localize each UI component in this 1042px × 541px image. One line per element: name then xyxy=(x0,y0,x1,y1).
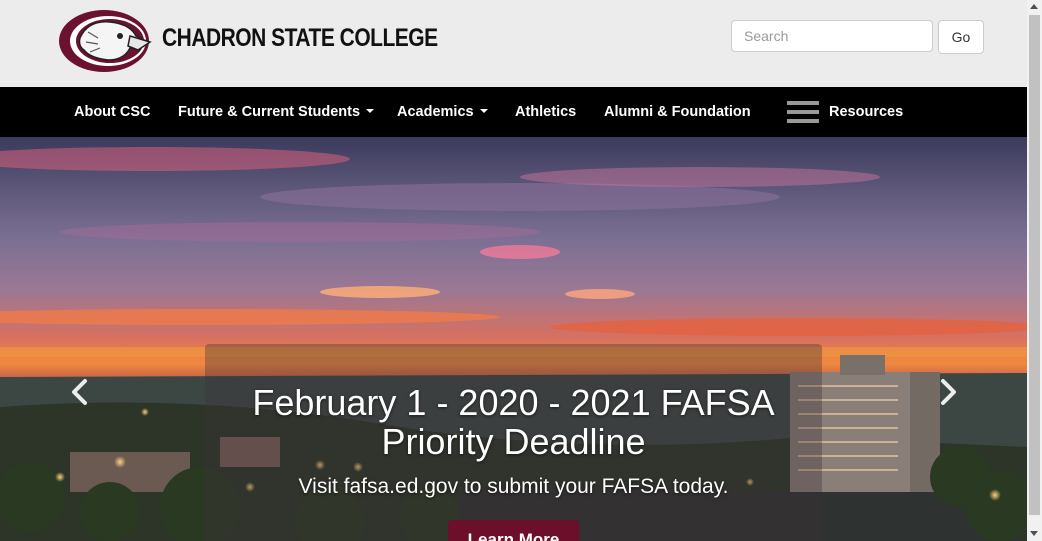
nav-item-resources[interactable]: Resources xyxy=(829,87,903,137)
scroll-up-icon[interactable] xyxy=(1030,4,1038,9)
caret-down-icon xyxy=(366,109,375,114)
page-scrollbar[interactable] xyxy=(1027,0,1042,541)
scrollbar-thumb[interactable] xyxy=(1029,15,1040,515)
nav-item-athletics[interactable]: Athletics xyxy=(515,87,576,137)
nav-label: Future & Current Students xyxy=(178,104,361,120)
nav-label: About CSC xyxy=(74,104,151,120)
nav-item-students[interactable]: Future & Current Students xyxy=(178,87,375,137)
nav-label: Resources xyxy=(829,104,904,120)
header-bar: CHADRON STATE COLLEGE Go xyxy=(0,0,1027,87)
caret-down-icon xyxy=(479,109,488,114)
nav-item-about[interactable]: About CSC xyxy=(74,87,151,137)
brand-name[interactable]: CHADRON STATE COLLEGE xyxy=(162,24,438,53)
nav-label: Academics xyxy=(397,104,474,120)
eagle-logo-icon[interactable] xyxy=(58,8,158,74)
scroll-down-icon[interactable] xyxy=(1030,531,1038,536)
main-nav: About CSC Future & Current Students Acad… xyxy=(0,87,1027,137)
chevron-right-icon[interactable] xyxy=(932,377,962,407)
nav-label: Athletics xyxy=(515,104,577,120)
carousel-subtitle: Visit fafsa.ed.gov to submit your FAFSA … xyxy=(298,475,729,498)
nav-item-academics[interactable]: Academics xyxy=(397,87,488,137)
chevron-left-icon[interactable] xyxy=(66,377,96,407)
learn-more-button[interactable]: Learn More xyxy=(448,520,579,541)
carousel-title: February 1 - 2020 - 2021 FAFSA Priority … xyxy=(252,382,775,462)
go-button[interactable]: Go xyxy=(938,20,984,54)
hero-carousel: February 1 - 2020 - 2021 FAFSA Priority … xyxy=(0,137,1027,541)
nav-label: Alumni & Foundation xyxy=(604,104,751,120)
hamburger-menu-icon[interactable] xyxy=(787,101,819,123)
search-input[interactable] xyxy=(731,20,933,52)
nav-item-alumni[interactable]: Alumni & Foundation xyxy=(604,87,751,137)
